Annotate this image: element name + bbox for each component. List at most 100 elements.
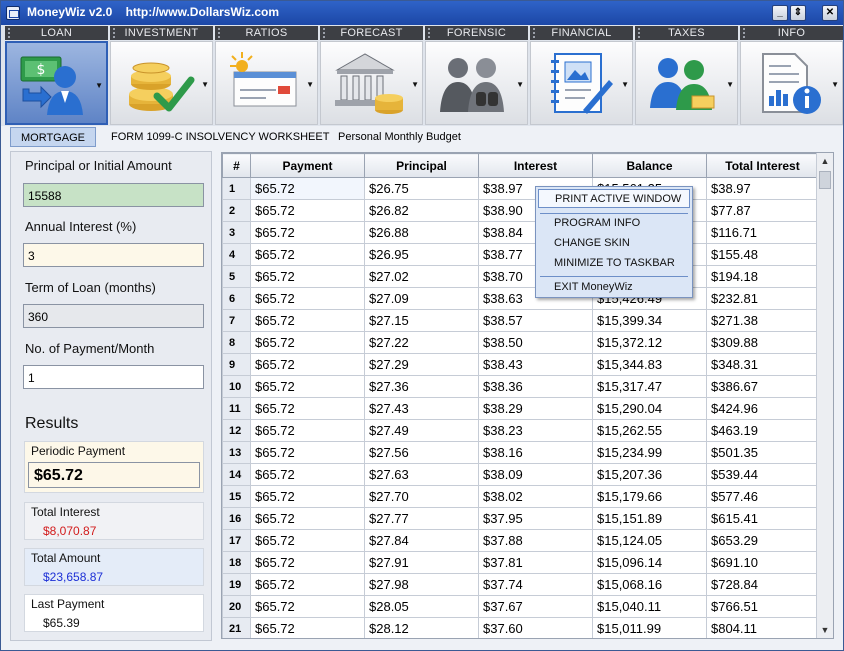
row-number-cell[interactable]: 1 xyxy=(222,177,251,200)
table-cell[interactable]: $38.57 xyxy=(478,309,593,332)
toolbar-info[interactable]: INFO ▼ xyxy=(740,26,843,125)
toolbar-info-button[interactable]: ▼ xyxy=(740,41,843,125)
table-cell[interactable]: $26.82 xyxy=(364,199,479,222)
table-cell[interactable]: $15,344.83 xyxy=(592,353,707,376)
table-cell[interactable]: $194.18 xyxy=(706,265,819,288)
menu-item-minimize-to-taskbar[interactable]: MINIMIZE TO TASKBAR xyxy=(538,254,690,273)
table-cell[interactable]: $65.72 xyxy=(250,595,365,618)
tab-personal-budget[interactable]: Personal Monthly Budget xyxy=(338,127,461,147)
table-cell[interactable]: $27.77 xyxy=(364,507,479,530)
table-row[interactable]: 14 $65.72 $27.63 $38.09 $15,207.36 $539.44 xyxy=(222,463,819,486)
toolbar-loan[interactable]: LOAN $ ▼ xyxy=(5,26,108,125)
table-row[interactable]: 21 $65.72 $28.12 $37.60 $15,011.99 $804.11 xyxy=(222,617,819,638)
table-cell[interactable]: $15,096.14 xyxy=(592,551,707,574)
table-cell[interactable]: $37.67 xyxy=(478,595,593,618)
chevron-down-icon[interactable]: ▼ xyxy=(831,80,839,89)
table-cell[interactable]: $38.50 xyxy=(478,331,593,354)
column-header-principal[interactable]: Principal xyxy=(364,153,479,178)
minimize-button[interactable]: _ xyxy=(772,5,788,21)
table-cell[interactable]: $15,372.12 xyxy=(592,331,707,354)
table-cell[interactable]: $37.74 xyxy=(478,573,593,596)
row-number-cell[interactable]: 17 xyxy=(222,529,251,552)
table-cell[interactable]: $501.35 xyxy=(706,441,819,464)
chevron-down-icon[interactable]: ▼ xyxy=(201,80,209,89)
table-cell[interactable]: $116.71 xyxy=(706,221,819,244)
table-cell[interactable]: $15,011.99 xyxy=(592,617,707,638)
table-cell[interactable]: $65.72 xyxy=(250,177,365,200)
row-number-cell[interactable]: 14 xyxy=(222,463,251,486)
table-cell[interactable]: $27.36 xyxy=(364,375,479,398)
table-row[interactable]: 13 $65.72 $27.56 $38.16 $15,234.99 $501.35 xyxy=(222,441,819,464)
table-cell[interactable]: $27.56 xyxy=(364,441,479,464)
table-cell[interactable]: $15,179.66 xyxy=(592,485,707,508)
toolbar-loan-button[interactable]: $ ▼ xyxy=(5,41,108,125)
table-cell[interactable]: $27.84 xyxy=(364,529,479,552)
table-cell[interactable]: $26.75 xyxy=(364,177,479,200)
toolbar-financial[interactable]: FINANCIAL ▼ xyxy=(530,26,633,125)
table-cell[interactable]: $65.72 xyxy=(250,199,365,222)
table-row[interactable]: 9 $65.72 $27.29 $38.43 $15,344.83 $348.31 xyxy=(222,353,819,376)
table-cell[interactable]: $348.31 xyxy=(706,353,819,376)
table-cell[interactable]: $27.29 xyxy=(364,353,479,376)
row-number-cell[interactable]: 16 xyxy=(222,507,251,530)
toolbar-forensic[interactable]: FORENSIC ▼ xyxy=(425,26,528,125)
amortization-table[interactable]: # Payment Principal Interest Balance Tot… xyxy=(221,152,834,639)
scroll-thumb[interactable] xyxy=(819,171,831,189)
table-cell[interactable]: $65.72 xyxy=(250,353,365,376)
row-number-cell[interactable]: 19 xyxy=(222,573,251,596)
table-cell[interactable]: $65.72 xyxy=(250,529,365,552)
menu-item-change-skin[interactable]: CHANGE SKIN xyxy=(538,234,690,253)
menu-item-print-active-window[interactable]: PRINT ACTIVE WINDOW xyxy=(538,189,690,208)
menu-item-exit[interactable]: EXIT MoneyWiz xyxy=(538,278,690,297)
row-number-cell[interactable]: 18 xyxy=(222,551,251,574)
payments-per-month-input[interactable]: 1 xyxy=(23,365,204,389)
table-cell[interactable]: $27.15 xyxy=(364,309,479,332)
table-cell[interactable]: $65.72 xyxy=(250,221,365,244)
tab-mortgage[interactable]: MORTGAGE xyxy=(10,127,96,147)
table-cell[interactable]: $27.98 xyxy=(364,573,479,596)
table-cell[interactable]: $27.63 xyxy=(364,463,479,486)
chevron-down-icon[interactable]: ▼ xyxy=(95,81,103,90)
table-cell[interactable]: $15,151.89 xyxy=(592,507,707,530)
toolbar-forecast-button[interactable]: ▼ xyxy=(320,41,423,125)
row-number-cell[interactable]: 4 xyxy=(222,243,251,266)
table-cell[interactable]: $38.16 xyxy=(478,441,593,464)
table-cell[interactable]: $271.38 xyxy=(706,309,819,332)
row-number-cell[interactable]: 21 xyxy=(222,617,251,638)
table-cell[interactable]: $577.46 xyxy=(706,485,819,508)
vertical-scrollbar[interactable]: ▲ ▼ xyxy=(816,153,833,638)
table-row[interactable]: 1$65.72$26.75$38.97$15,561.25$38.97 xyxy=(222,177,819,200)
table-cell[interactable]: $804.11 xyxy=(706,617,819,638)
table-cell[interactable]: $691.10 xyxy=(706,551,819,574)
table-cell[interactable]: $38.02 xyxy=(478,485,593,508)
table-cell[interactable]: $653.29 xyxy=(706,529,819,552)
table-cell[interactable]: $463.19 xyxy=(706,419,819,442)
scroll-up-icon[interactable]: ▲ xyxy=(817,153,833,169)
table-cell[interactable]: $65.72 xyxy=(250,243,365,266)
toolbar-financial-button[interactable]: ▼ xyxy=(530,41,633,125)
table-cell[interactable]: $38.97 xyxy=(706,177,819,200)
row-number-cell[interactable]: 6 xyxy=(222,287,251,310)
table-cell[interactable]: $386.67 xyxy=(706,375,819,398)
row-number-cell[interactable]: 20 xyxy=(222,595,251,618)
table-cell[interactable]: $15,234.99 xyxy=(592,441,707,464)
table-cell[interactable]: $15,290.04 xyxy=(592,397,707,420)
table-cell[interactable]: $37.60 xyxy=(478,617,593,638)
row-number-cell[interactable]: 7 xyxy=(222,309,251,332)
table-cell[interactable]: $27.70 xyxy=(364,485,479,508)
row-number-cell[interactable]: 2 xyxy=(222,199,251,222)
table-cell[interactable]: $15,040.11 xyxy=(592,595,707,618)
table-cell[interactable]: $65.72 xyxy=(250,375,365,398)
row-number-cell[interactable]: 3 xyxy=(222,221,251,244)
chevron-down-icon[interactable]: ▼ xyxy=(726,80,734,89)
principal-input[interactable]: 15588 xyxy=(23,183,204,207)
table-cell[interactable]: $28.05 xyxy=(364,595,479,618)
table-row[interactable]: 16 $65.72 $27.77 $37.95 $15,151.89 $615.41 xyxy=(222,507,819,530)
column-header-payment[interactable]: Payment xyxy=(250,153,365,178)
table-cell[interactable]: $37.95 xyxy=(478,507,593,530)
table-cell[interactable]: $15,207.36 xyxy=(592,463,707,486)
table-cell[interactable]: $766.51 xyxy=(706,595,819,618)
toolbar-investment[interactable]: INVESTMENT ▼ xyxy=(110,26,213,125)
restore-button[interactable]: ⇕ xyxy=(790,5,806,21)
row-number-cell[interactable]: 12 xyxy=(222,419,251,442)
